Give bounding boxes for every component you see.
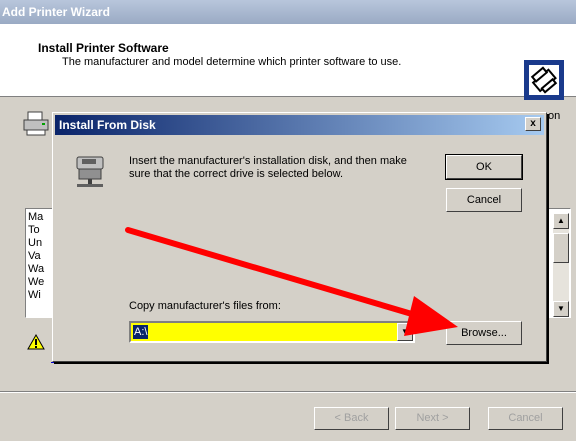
list-scrollbar[interactable]: ▲ ▼ xyxy=(553,213,569,317)
list-item[interactable]: Va xyxy=(28,250,41,262)
wizard-header-title: Install Printer Software xyxy=(38,41,169,55)
dialog-title: Install From Disk xyxy=(55,115,544,135)
scroll-thumb[interactable] xyxy=(553,233,569,263)
wizard-title: Add Printer Wizard xyxy=(0,0,576,24)
back-button[interactable]: < Back xyxy=(314,407,389,430)
scroll-up-icon[interactable]: ▲ xyxy=(553,213,569,229)
path-combobox[interactable]: A:\ ▼ xyxy=(129,321,415,343)
scroll-down-icon[interactable]: ▼ xyxy=(553,301,569,317)
close-icon[interactable]: x xyxy=(525,117,541,131)
list-item[interactable]: We xyxy=(28,276,44,288)
next-button[interactable]: Next > xyxy=(395,407,470,430)
wizard-header: Install Printer Software The manufacture… xyxy=(0,24,576,100)
ok-button[interactable]: OK xyxy=(445,154,523,180)
list-item[interactable]: To xyxy=(28,224,40,236)
cancel-button[interactable]: Cancel xyxy=(446,188,522,212)
warning-icon xyxy=(27,333,45,350)
chevron-down-icon[interactable]: ▼ xyxy=(397,323,413,341)
partial-text: on xyxy=(548,110,561,122)
browse-button[interactable]: Browse... xyxy=(446,321,522,345)
printer-wizard-logo-icon xyxy=(524,60,564,100)
list-item[interactable]: Un xyxy=(28,237,42,249)
list-item[interactable]: Ma xyxy=(28,211,43,223)
wizard-cancel-button[interactable]: Cancel xyxy=(488,407,563,430)
wizard-header-subtitle: The manufacturer and model determine whi… xyxy=(62,56,402,68)
list-item[interactable]: Wi xyxy=(28,289,41,301)
list-item[interactable]: Wa xyxy=(28,263,44,275)
printer-icon xyxy=(22,110,50,138)
copy-from-label: Copy manufacturer's files from: xyxy=(129,300,281,312)
wizard-separator xyxy=(0,391,576,393)
dialog-instruction-text: Insert the manufacturer's installation d… xyxy=(129,155,407,180)
install-from-disk-dialog: Install From Disk x Insert the manufactu… xyxy=(52,112,547,362)
floppy-disk-icon xyxy=(73,155,109,189)
path-value[interactable]: A:\ xyxy=(133,325,149,339)
